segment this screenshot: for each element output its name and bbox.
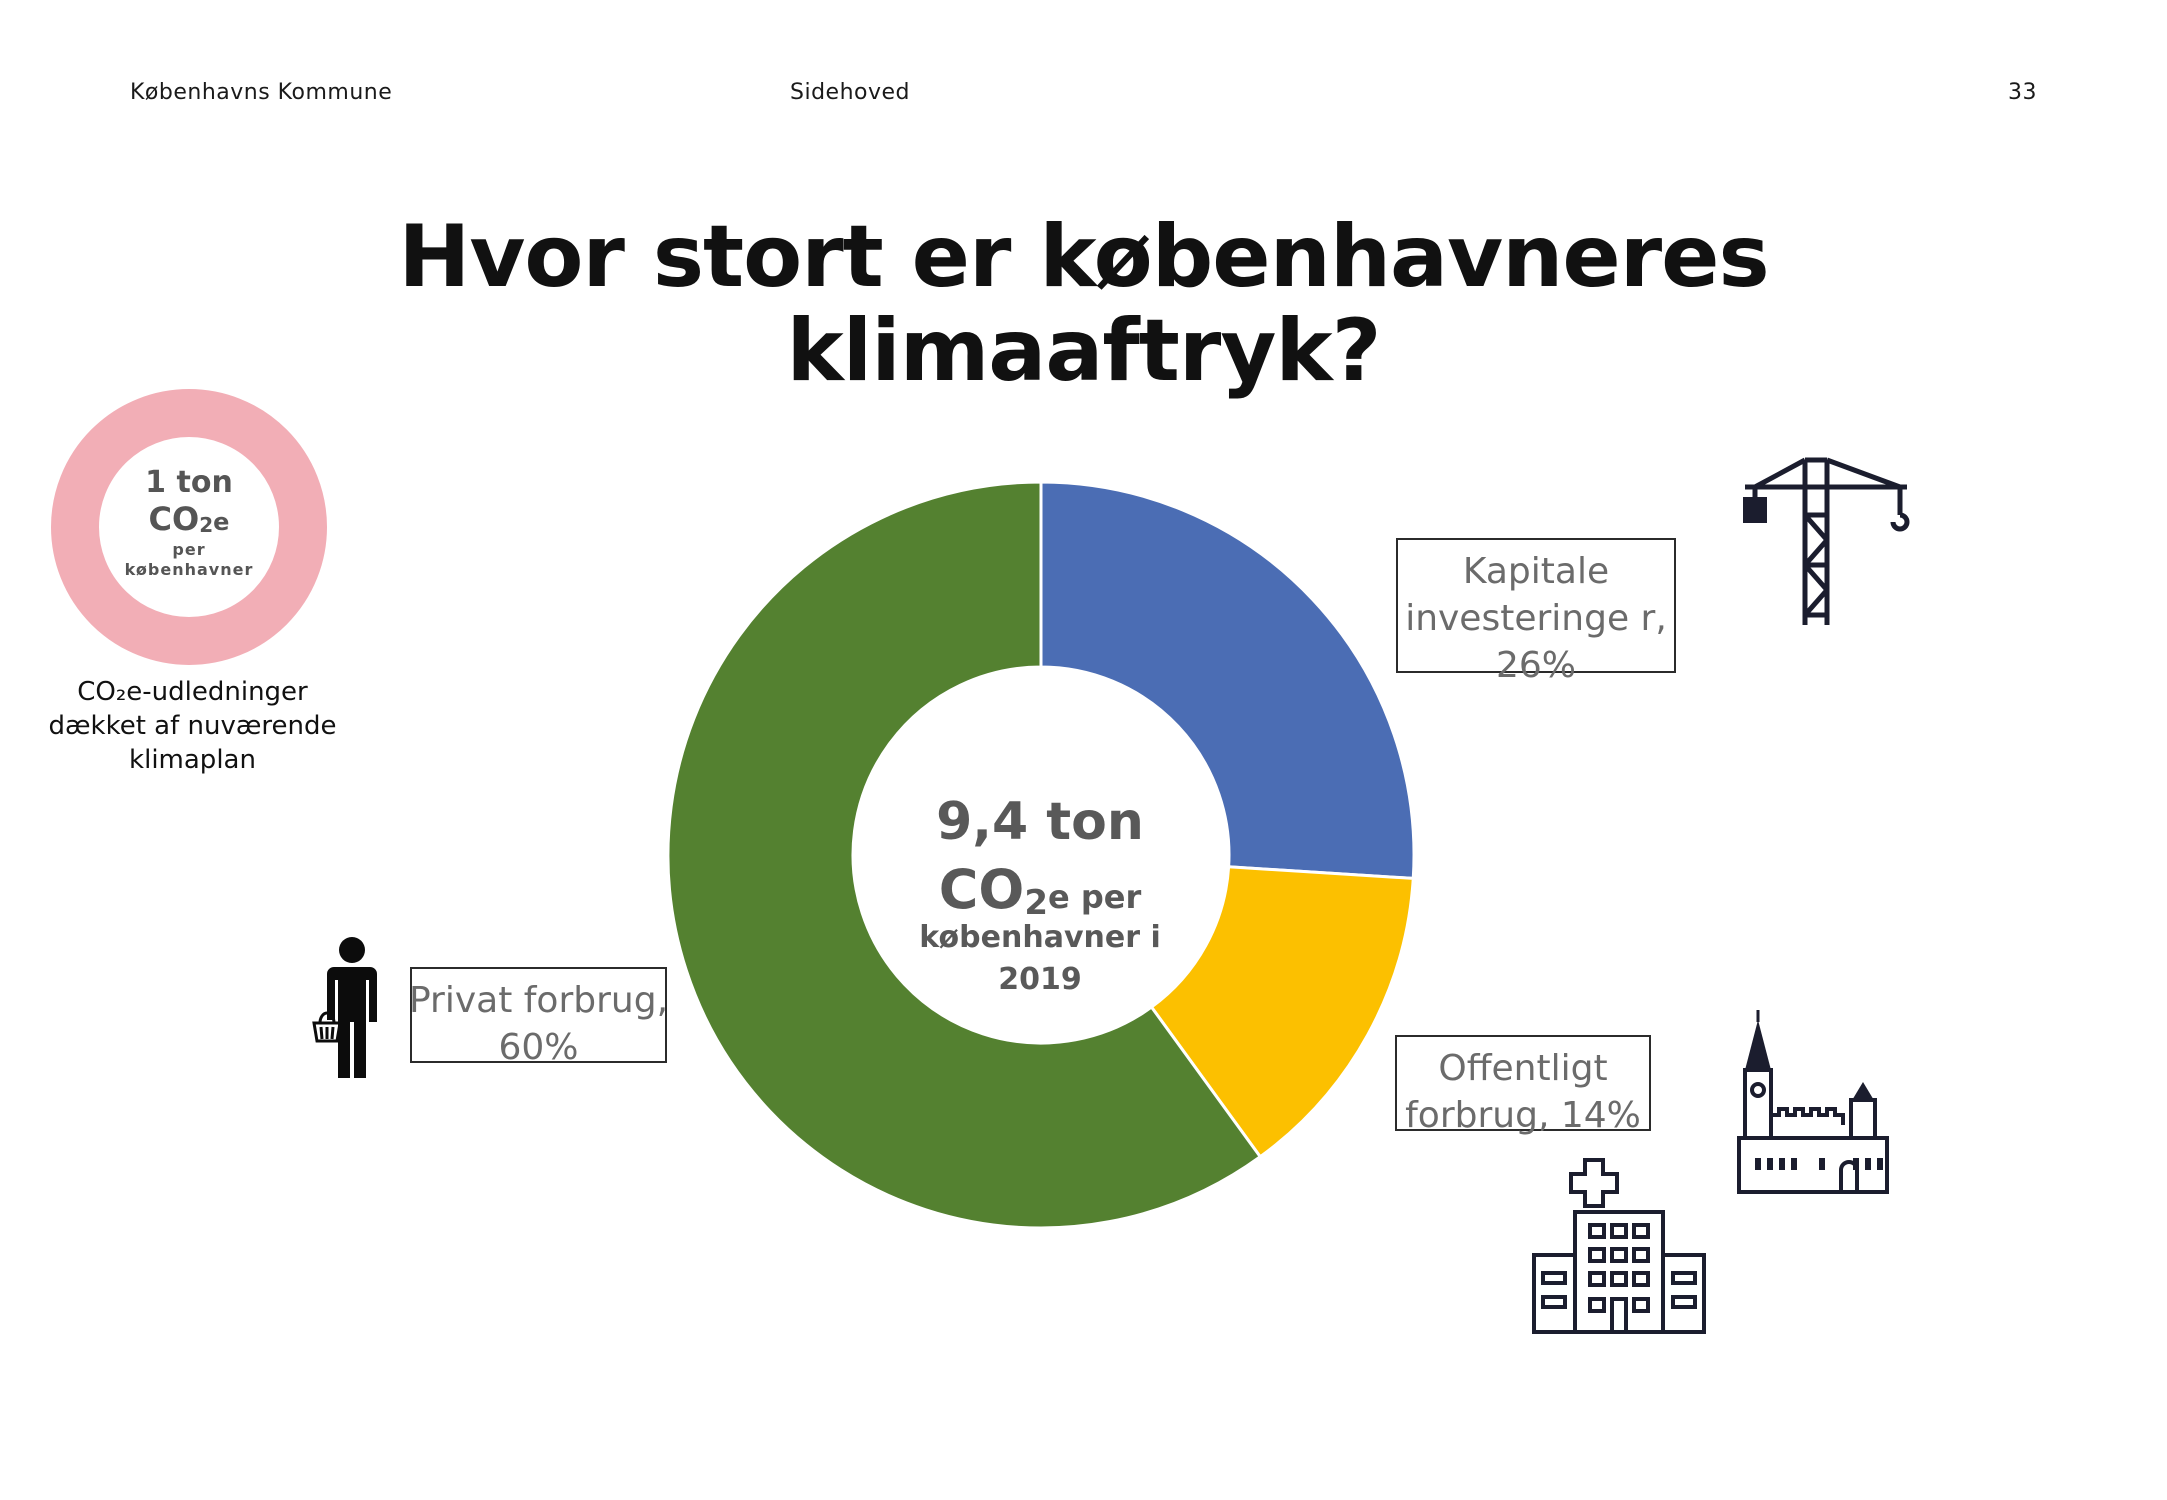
crane-icon: [1743, 457, 1910, 625]
center-e-per: e per: [1047, 878, 1142, 916]
center-co: CO: [938, 858, 1025, 921]
label-kapital-text: Kapitale investeringe r, 26%: [1405, 551, 1667, 686]
label-privat-text: Privat forbrug, 60%: [408, 980, 669, 1068]
label-offentligt-text: Offentligt forbrug, 14%: [1405, 1048, 1641, 1136]
center-resident: københavner i: [919, 920, 1161, 955]
town-hall-icon: [1737, 1010, 1889, 1194]
crane-counterweight: [1743, 497, 1767, 523]
label-privat: Privat forbrug, 60%: [409, 967, 668, 1068]
shopper-icon: [312, 937, 377, 1078]
label-offentligt: Offentligt forbrug, 14%: [1395, 1035, 1651, 1136]
donut-chart: [666, 480, 1416, 1230]
label-kapital: Kapitale investeringe r, 26%: [1396, 538, 1676, 686]
center-year: 2019: [998, 962, 1082, 997]
center-total: 9,4 ton: [936, 792, 1144, 852]
center-sub: 2: [1024, 883, 1048, 923]
center-unit: CO2e per: [830, 858, 1250, 923]
hospital-icon: [1532, 1158, 1706, 1334]
